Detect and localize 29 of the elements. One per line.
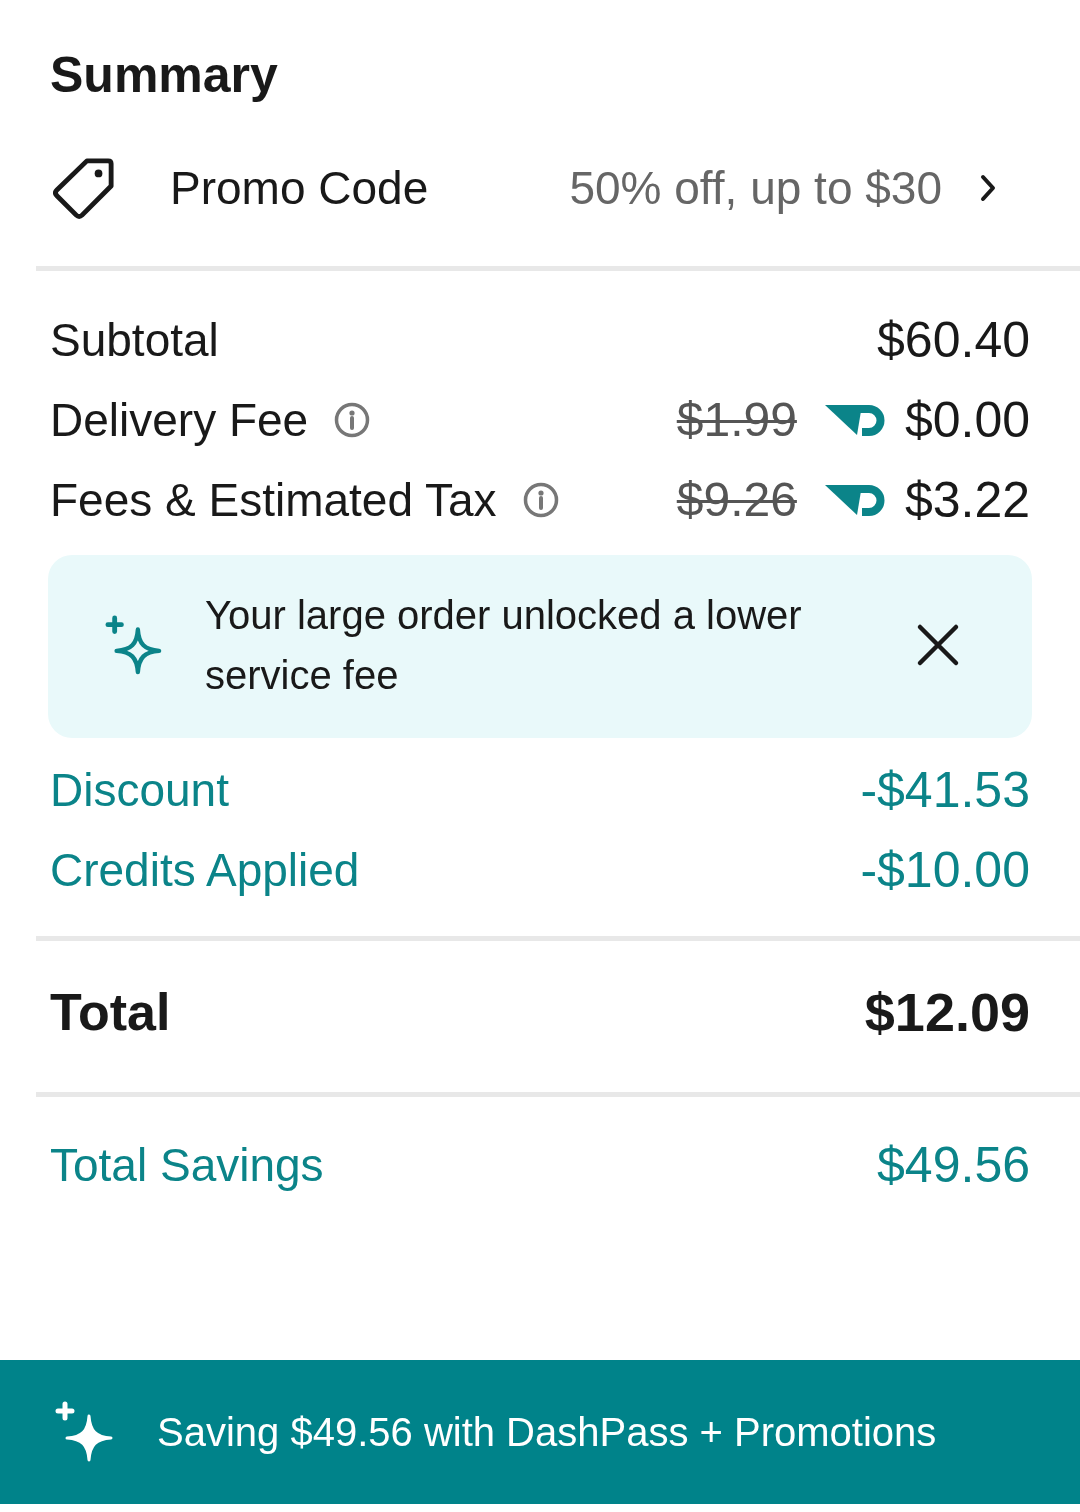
info-icon[interactable]: [334, 402, 371, 438]
p-logo-icon: [824, 404, 885, 436]
promo-code-label[interactable]: Promo Code: [170, 160, 429, 216]
line-item-amount: $0.00: [904, 391, 1030, 449]
sparkle-icon: [105, 615, 163, 675]
line-item-amount: $3.22: [904, 471, 1030, 529]
savings-label: Total Savings: [50, 1138, 324, 1193]
original-price: $1.99: [676, 392, 797, 448]
summary-title: Summary: [50, 46, 278, 105]
credit-amount: -$41.53: [860, 761, 1030, 819]
tag-icon: [53, 157, 115, 219]
line-item-amount: $60.40: [877, 311, 1030, 369]
sparkle-icon: [55, 1401, 115, 1463]
credit-label: Discount: [50, 763, 229, 818]
chevron-right-icon[interactable]: [980, 174, 996, 202]
notice-text: Your large order unlocked a lower service fee: [205, 592, 803, 699]
info-icon[interactable]: [522, 482, 559, 518]
total-label: Total: [50, 982, 171, 1043]
line-item-label: Subtotal: [50, 313, 219, 368]
credit-label: Credits Applied: [50, 843, 360, 898]
savings-banner-text: Saving $49.56 with DashPass + Promotions: [157, 1409, 937, 1456]
total-amount: $12.09: [864, 981, 1030, 1043]
p-logo-icon: [824, 484, 885, 516]
original-price: $9.26: [676, 472, 797, 528]
credit-amount: -$10.00: [860, 841, 1030, 899]
promo-value[interactable]: 50% off, up to $30: [569, 160, 942, 216]
line-item-label: Delivery Fee: [50, 393, 309, 448]
line-item-label: Fees & Estimated Tax: [50, 473, 497, 528]
savings-amount: $49.56: [877, 1136, 1030, 1194]
